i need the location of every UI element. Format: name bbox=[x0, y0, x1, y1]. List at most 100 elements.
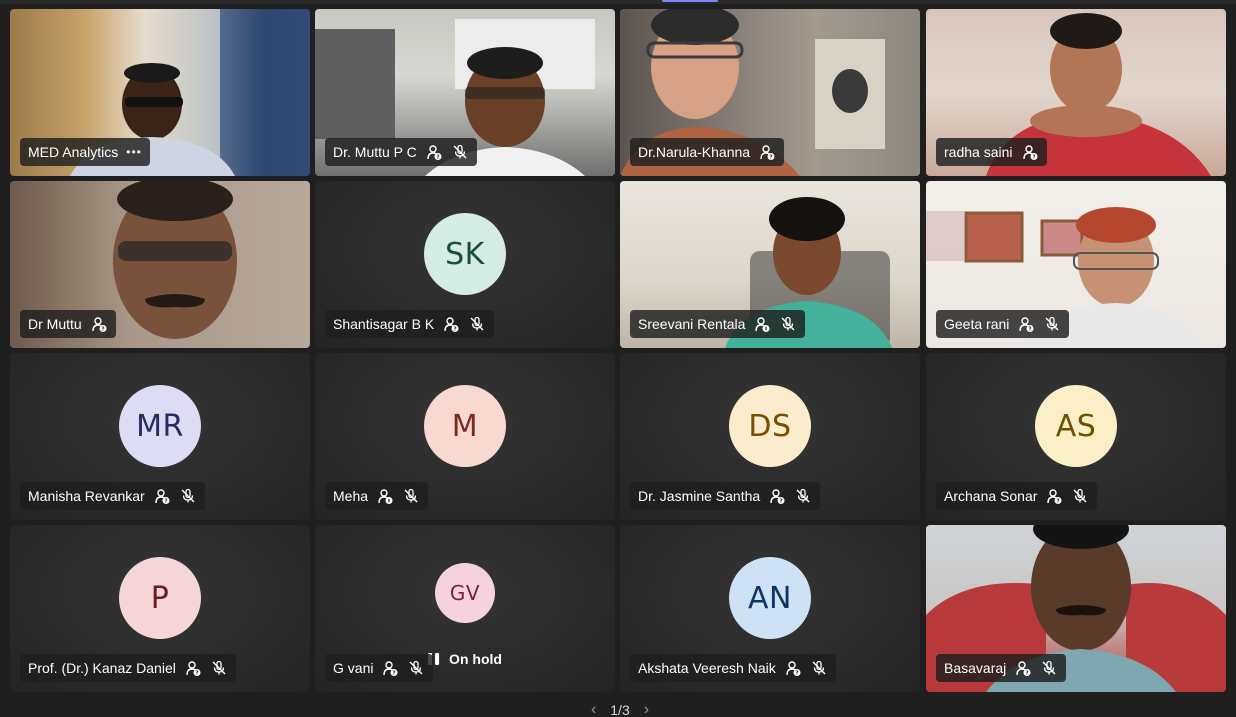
participant-tile-basavaraj[interactable]: Basavaraj ? bbox=[926, 525, 1226, 692]
page-indicator: 1/3 bbox=[610, 702, 630, 717]
avatar: SK bbox=[424, 213, 506, 296]
pager: ‹ 1/3 › bbox=[570, 701, 670, 717]
svg-text:?: ? bbox=[1057, 499, 1060, 505]
participant-tile-dr-narula-khanna[interactable]: Dr.Narula-Khanna ? bbox=[620, 9, 920, 176]
mic-off-icon[interactable] bbox=[179, 487, 197, 505]
nameplate: Sreevani Rentala bbox=[630, 310, 806, 338]
avatar: GV bbox=[435, 563, 495, 624]
mic-off-icon[interactable] bbox=[407, 659, 425, 677]
nameplate: MED Analytics ••• bbox=[20, 138, 150, 166]
svg-text:?: ? bbox=[454, 327, 457, 333]
participant-tile-dr-muttu-p-c[interactable]: Dr. Muttu P C ? bbox=[315, 9, 615, 176]
top-accent bbox=[662, 0, 718, 2]
mic-off-icon[interactable] bbox=[451, 143, 469, 161]
avatar: P bbox=[119, 557, 201, 640]
unknown-caller-icon: ? bbox=[184, 659, 202, 677]
participant-tile-dr-jasmine-santha[interactable]: DS Dr. Jasmine Santha ? bbox=[620, 353, 920, 520]
more-options-button[interactable]: ••• bbox=[126, 145, 142, 159]
mic-off-icon[interactable] bbox=[1040, 659, 1058, 677]
next-page-button[interactable]: › bbox=[644, 701, 649, 717]
participant-name: Shantisagar B K bbox=[333, 316, 435, 332]
unknown-caller-icon: ? bbox=[442, 315, 460, 333]
svg-text:?: ? bbox=[101, 327, 104, 333]
unknown-caller-icon: ? bbox=[758, 143, 776, 161]
participant-name: Dr.Narula-Khanna bbox=[638, 144, 751, 160]
svg-text:?: ? bbox=[769, 155, 772, 161]
nameplate: Dr. Muttu P C ? bbox=[325, 138, 477, 166]
avatar: M bbox=[424, 385, 506, 468]
participant-name: Meha bbox=[333, 488, 369, 504]
nameplate: radha saini ? bbox=[936, 138, 1047, 166]
participant-tile-sreevani-rentala[interactable]: Sreevani Rentala bbox=[620, 181, 920, 348]
nameplate: Dr. Jasmine Santha ? bbox=[630, 482, 821, 510]
external-user-icon bbox=[753, 315, 771, 333]
participant-name: Dr. Muttu P C bbox=[333, 144, 417, 160]
participant-tile-akshata-veeresh-naik[interactable]: AN Akshata Veeresh Naik ? bbox=[620, 525, 920, 692]
nameplate: Archana Sonar ? bbox=[936, 482, 1098, 510]
external-user-icon bbox=[376, 487, 394, 505]
nameplate: Shantisagar B K ? bbox=[325, 310, 495, 338]
nameplate: Prof. (Dr.) Kanaz Daniel ? bbox=[20, 654, 236, 682]
mic-off-icon[interactable] bbox=[210, 659, 228, 677]
prev-page-button[interactable]: ‹ bbox=[591, 701, 596, 717]
participant-tile-prof-dr-kanaz-daniel[interactable]: P Prof. (Dr.) Kanaz Daniel ? bbox=[10, 525, 310, 692]
participant-tile-med-analytics[interactable]: MED Analytics ••• bbox=[10, 9, 310, 176]
participant-name: MED Analytics bbox=[28, 144, 119, 160]
participant-name: Geeta rani bbox=[944, 316, 1010, 332]
unknown-caller-icon: ? bbox=[784, 659, 802, 677]
unknown-caller-icon: ? bbox=[381, 659, 399, 677]
participant-tile-shantisagar-b-k[interactable]: SK Shantisagar B K ? bbox=[315, 181, 615, 348]
mic-off-icon[interactable] bbox=[810, 659, 828, 677]
participant-name: radha saini bbox=[944, 144, 1013, 160]
unknown-caller-icon: ? bbox=[1014, 659, 1032, 677]
participant-name: Sreevani Rentala bbox=[638, 316, 746, 332]
on-hold-status: On hold bbox=[428, 651, 502, 667]
participant-name: Dr. Jasmine Santha bbox=[638, 488, 761, 504]
nameplate: G vani ? bbox=[325, 654, 434, 682]
avatar: DS bbox=[729, 385, 811, 468]
unknown-caller-icon: ? bbox=[1017, 315, 1035, 333]
participant-name: G vani bbox=[333, 660, 374, 676]
participant-name: Manisha Revankar bbox=[28, 488, 145, 504]
participant-tile-dr-muttu[interactable]: Dr Muttu ? bbox=[10, 181, 310, 348]
participant-tile-manisha-revankar[interactable]: MR Manisha Revankar ? bbox=[10, 353, 310, 520]
nameplate: Basavaraj ? bbox=[936, 654, 1067, 682]
nameplate: Manisha Revankar ? bbox=[20, 482, 205, 510]
unknown-caller-icon: ? bbox=[90, 315, 108, 333]
participant-tile-geeta-rani[interactable]: Geeta rani ? bbox=[926, 181, 1226, 348]
mic-off-icon[interactable] bbox=[468, 315, 486, 333]
unknown-caller-icon: ? bbox=[1045, 487, 1063, 505]
unknown-caller-icon: ? bbox=[1021, 143, 1039, 161]
avatar: MR bbox=[119, 385, 201, 468]
mic-off-icon[interactable] bbox=[794, 487, 812, 505]
participant-tile-meha[interactable]: M Meha bbox=[315, 353, 615, 520]
nameplate: Akshata Veeresh Naik ? bbox=[630, 654, 836, 682]
unknown-caller-icon: ? bbox=[153, 487, 171, 505]
on-hold-label: On hold bbox=[449, 651, 502, 667]
nameplate: Geeta rani ? bbox=[936, 310, 1070, 338]
nameplate: Meha bbox=[325, 482, 429, 510]
mic-off-icon[interactable] bbox=[402, 487, 420, 505]
participant-tile-archana-sonar[interactable]: AS Archana Sonar ? bbox=[926, 353, 1226, 520]
svg-text:?: ? bbox=[1026, 671, 1029, 677]
participant-name: Dr Muttu bbox=[28, 316, 82, 332]
participant-name: Basavaraj bbox=[944, 660, 1007, 676]
unknown-caller-icon: ? bbox=[768, 487, 786, 505]
participant-tile-radha-saini[interactable]: radha saini ? bbox=[926, 9, 1226, 176]
unknown-caller-icon: ? bbox=[425, 143, 443, 161]
mic-off-icon[interactable] bbox=[1043, 315, 1061, 333]
participant-name: Prof. (Dr.) Kanaz Daniel bbox=[28, 660, 176, 676]
mic-off-icon[interactable] bbox=[779, 315, 797, 333]
participant-tile-g-vani[interactable]: GV On hold G vani ? bbox=[315, 525, 615, 692]
svg-text:?: ? bbox=[795, 671, 798, 677]
svg-text:?: ? bbox=[436, 155, 439, 161]
svg-text:?: ? bbox=[780, 499, 783, 505]
svg-text:?: ? bbox=[393, 671, 396, 677]
nameplate: Dr.Narula-Khanna ? bbox=[630, 138, 785, 166]
mic-off-icon[interactable] bbox=[1071, 487, 1089, 505]
participant-name: Archana Sonar bbox=[944, 488, 1038, 504]
nameplate: Dr Muttu ? bbox=[20, 310, 116, 338]
avatar: AS bbox=[1035, 385, 1117, 468]
svg-text:?: ? bbox=[164, 499, 167, 505]
svg-text:?: ? bbox=[195, 671, 198, 677]
